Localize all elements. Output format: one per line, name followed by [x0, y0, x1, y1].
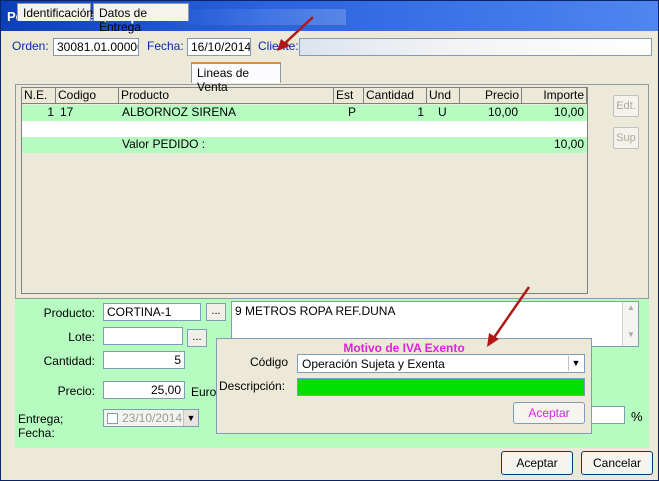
- producto-lookup-button[interactable]: ...: [206, 303, 226, 321]
- codigo-select[interactable]: Operación Sujeta y Exenta ▼: [297, 354, 585, 373]
- precio-label: Precio:: [57, 384, 95, 398]
- scroll-up-icon[interactable]: ▲: [624, 303, 638, 317]
- scroll-down-icon[interactable]: ▼: [624, 330, 638, 344]
- col-est[interactable]: Est: [334, 88, 364, 104]
- col-cantidad[interactable]: Cantidad: [364, 88, 427, 104]
- entrega-date: 23/10/2014: [122, 411, 183, 425]
- cell-precio: 10,00: [487, 105, 518, 119]
- col-codigo[interactable]: Codigo: [56, 88, 119, 104]
- lines-grid[interactable]: N.E. Codigo Producto Est Cantidad Und Pr…: [21, 87, 588, 294]
- edit-button[interactable]: Edt.: [613, 95, 639, 117]
- entrega-dropdown-icon[interactable]: ▼: [183, 410, 198, 426]
- cell-importe: 10,00: [553, 105, 584, 119]
- cell-codigo: 17: [60, 105, 74, 119]
- entrega-checkbox[interactable]: [107, 413, 118, 424]
- table-row-empty[interactable]: [22, 121, 587, 137]
- cantidad-field[interactable]: 5: [103, 351, 185, 369]
- descripcion-field[interactable]: [297, 378, 585, 396]
- fecha-label: Fecha:: [147, 39, 184, 53]
- orden-field[interactable]: 30081.01.00000: [53, 38, 139, 56]
- lote-lookup-button[interactable]: ...: [187, 329, 207, 347]
- cliente-field[interactable]: [299, 38, 652, 56]
- percent-label: %: [631, 409, 643, 424]
- percent-field[interactable]: [591, 406, 625, 424]
- table-row[interactable]: 1 17 ALBORNOZ SIRENA P 1 U 10,00 10,00: [22, 105, 587, 121]
- memo-scrollbar[interactable]: ▲ ▼: [622, 302, 638, 346]
- cell-ne: 1: [47, 105, 54, 119]
- cell-und: U: [438, 105, 447, 119]
- codigo-label: Código: [250, 355, 289, 369]
- cantidad-label: Cantidad:: [43, 354, 95, 368]
- tab-lineas-venta[interactable]: Lineas de Venta: [191, 62, 281, 94]
- chevron-down-icon[interactable]: ▼: [568, 356, 583, 371]
- tab-datos-entrega[interactable]: Datos de Entrega: [93, 3, 189, 34]
- aceptar-button[interactable]: Aceptar: [501, 451, 573, 475]
- dialog-aceptar-button[interactable]: Aceptar: [513, 402, 585, 424]
- lote-field[interactable]: [103, 327, 183, 345]
- orden-label: Orden:: [12, 39, 49, 53]
- euro-label: Euro: [191, 385, 217, 399]
- cell-producto: ALBORNOZ SIRENA: [122, 105, 237, 119]
- cell-cantidad: 1: [417, 105, 424, 119]
- total-label: Valor PEDIDO :: [122, 137, 206, 151]
- tab-identificacion[interactable]: Identificación: [17, 3, 93, 21]
- total-importe: 10,00: [553, 137, 584, 151]
- precio-field[interactable]: 25,00: [103, 381, 185, 399]
- col-und[interactable]: Und: [427, 88, 460, 104]
- app-window: Pedidos Ventas, Empresa: Orden: 30081.01…: [0, 0, 659, 481]
- total-row: Valor PEDIDO : 10,00: [22, 137, 587, 153]
- cancelar-button[interactable]: Cancelar: [581, 451, 653, 475]
- annotation-arrow-icon: [487, 286, 531, 347]
- delete-button[interactable]: Sup: [613, 127, 639, 149]
- producto-label: Producto:: [43, 306, 95, 320]
- producto-field[interactable]: CORTINA-1: [103, 303, 201, 321]
- col-ne[interactable]: N.E.: [22, 88, 56, 104]
- annotation-arrow-icon: [277, 16, 314, 51]
- description-text: 9 METROS ROPA REF.DUNA: [235, 304, 396, 318]
- col-importe[interactable]: Importe: [522, 88, 587, 104]
- fecha-field[interactable]: 16/10/2014: [187, 38, 251, 56]
- iva-exento-dialog: Motivo de IVA Exento Código Operación Su…: [216, 338, 592, 434]
- col-precio[interactable]: Precio: [460, 88, 522, 104]
- cell-est: P: [348, 105, 357, 119]
- entrega-label: Entrega; Fecha:: [18, 412, 64, 440]
- descripcion-label: Descripción:: [219, 379, 286, 393]
- grid-header: N.E. Codigo Producto Est Cantidad Und Pr…: [22, 88, 587, 104]
- lote-label: Lote:: [68, 330, 95, 344]
- codigo-value: Operación Sujeta y Exenta: [302, 357, 445, 371]
